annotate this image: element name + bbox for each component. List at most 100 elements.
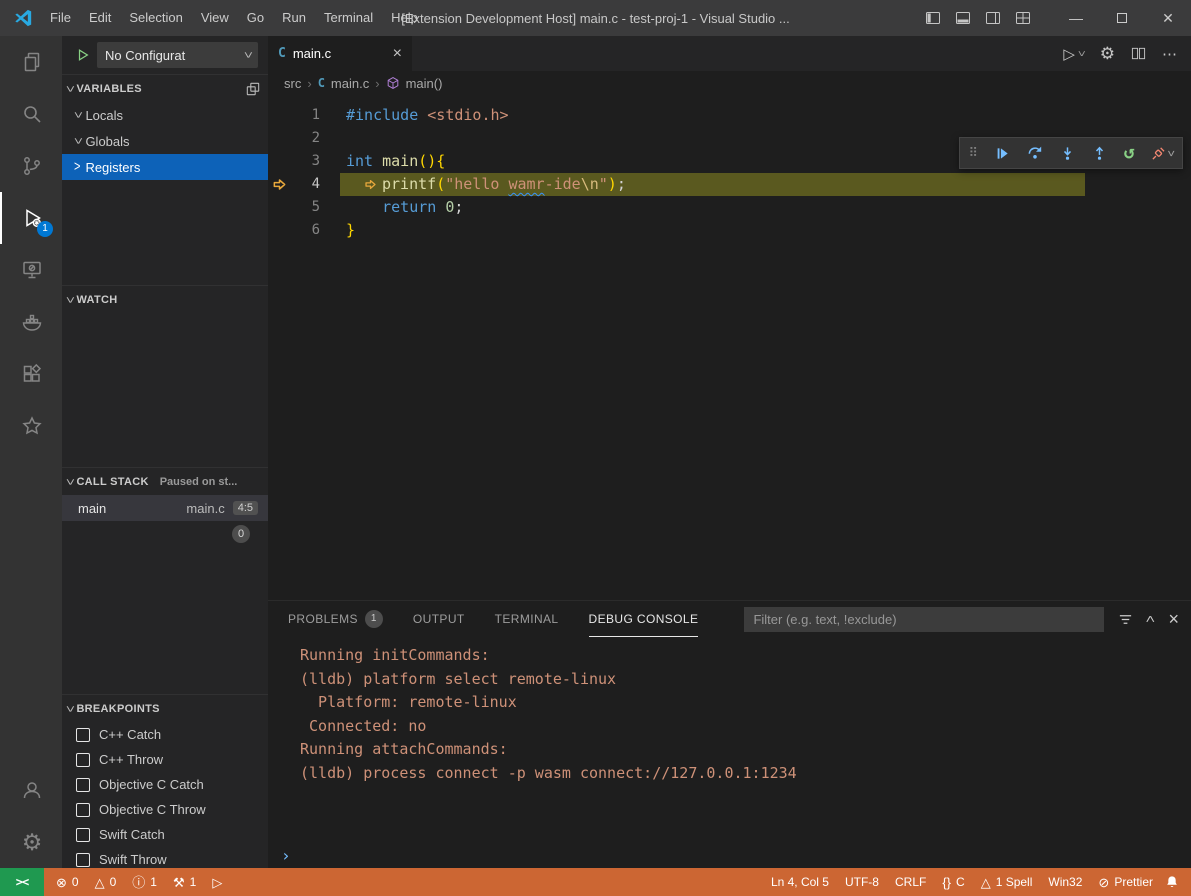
menu-selection[interactable]: Selection <box>120 0 191 36</box>
filter-lines-icon[interactable] <box>1118 612 1133 627</box>
menu-help[interactable]: Help <box>382 0 427 36</box>
checkbox[interactable] <box>76 853 90 867</box>
breakpoints-header[interactable]: > BREAKPOINTS <box>62 695 268 722</box>
menu-edit[interactable]: Edit <box>80 0 120 36</box>
code-line-5[interactable]: 5 return 0; <box>268 196 1191 219</box>
copy-value-icon[interactable] <box>246 82 260 96</box>
drag-grip-icon[interactable]: ⠿ <box>968 146 978 161</box>
activity-remote-explorer[interactable] <box>0 244 62 296</box>
debug-console-output[interactable]: Running initCommands:(lldb) platform sel… <box>268 637 1191 842</box>
menu-view[interactable]: View <box>192 0 238 36</box>
continue-button[interactable] <box>995 146 1010 161</box>
status-info[interactable]: ⓘ1 <box>126 871 163 893</box>
code-line-1[interactable]: 1#include <stdio.h> <box>268 104 1191 127</box>
activity-docker[interactable] <box>0 296 62 348</box>
activity-extensions[interactable] <box>0 348 62 400</box>
panel-tab-debug-console[interactable]: DEBUG CONSOLE <box>589 601 699 637</box>
status-spell[interactable]: △1 Spell <box>975 871 1039 893</box>
breakpoint-item-objective-c-throw[interactable]: Objective C Throw <box>62 797 268 822</box>
activity-favorites[interactable] <box>0 400 62 452</box>
checkbox[interactable] <box>76 778 90 792</box>
activity-explorer[interactable] <box>0 36 62 88</box>
breadcrumb-file[interactable]: main.c <box>331 76 369 91</box>
variables-item-registers[interactable]: >Registers <box>62 154 268 180</box>
start-debugging-icon[interactable] <box>76 48 90 62</box>
debug-config-dropdown[interactable]: No Configurat > <box>97 42 258 68</box>
checkbox[interactable] <box>76 803 90 817</box>
step-out-button[interactable] <box>1092 146 1107 161</box>
variables-header[interactable]: > VARIABLES <box>62 75 268 102</box>
notifications-button[interactable] <box>1159 875 1191 889</box>
inline-breakpoint-icon[interactable] <box>364 178 379 191</box>
toggle-panel-icon[interactable] <box>955 10 971 26</box>
minimize-button[interactable]: — <box>1053 0 1099 36</box>
glyph-margin[interactable] <box>268 150 290 173</box>
status-warnings[interactable]: △0 <box>89 871 123 893</box>
toggle-secondary-sidebar-icon[interactable] <box>985 10 1001 26</box>
code-editor[interactable]: 1#include <stdio.h>23int main(){4printf(… <box>268 95 1191 600</box>
breakpoint-item-swift-catch[interactable]: Swift Catch <box>62 822 268 847</box>
variables-item-locals[interactable]: >Locals <box>62 102 268 128</box>
glyph-margin[interactable] <box>268 219 290 242</box>
watch-header[interactable]: > WATCH <box>62 286 268 313</box>
code-line-4[interactable]: 4printf("hello wamr-ide\n"); <box>268 173 1191 196</box>
restart-button[interactable]: ↺ <box>1124 144 1135 162</box>
call-stack-header[interactable]: > CALL STACK Paused on st... <box>62 468 268 495</box>
more-actions-button[interactable]: ⋯ <box>1162 45 1177 63</box>
checkbox[interactable] <box>76 728 90 742</box>
status-language-mode[interactable]: {}C <box>936 871 970 893</box>
breakpoint-item-c-catch[interactable]: C++ Catch <box>62 722 268 747</box>
maximize-panel-button[interactable]: > <box>1147 612 1154 626</box>
toggle-sidebar-icon[interactable] <box>925 10 941 26</box>
panel-tab-problems[interactable]: PROBLEMS1 <box>288 601 383 637</box>
panel-tab-output[interactable]: OUTPUT <box>413 601 465 637</box>
tab-main-c[interactable]: C main.c × <box>268 36 412 71</box>
activity-search[interactable] <box>0 88 62 140</box>
glyph-margin[interactable] <box>268 196 290 219</box>
breakpoint-item-c-throw[interactable]: C++ Throw <box>62 747 268 772</box>
status-cursor-position[interactable]: Ln 4, Col 5 <box>765 871 835 893</box>
debug-settings-button[interactable]: ⚙ <box>1100 44 1115 64</box>
step-into-button[interactable] <box>1060 146 1075 161</box>
status-formatter[interactable]: ⊘Prettier <box>1092 871 1159 893</box>
activity-accounts[interactable] <box>0 764 62 816</box>
customize-layout-icon[interactable] <box>1015 10 1031 26</box>
menu-terminal[interactable]: Terminal <box>315 0 382 36</box>
split-editor-button[interactable] <box>1131 46 1146 61</box>
console-filter-input[interactable] <box>744 607 1104 632</box>
checkbox[interactable] <box>76 753 90 767</box>
status-encoding[interactable]: UTF-8 <box>839 871 885 893</box>
debug-console-input[interactable]: › <box>268 842 1191 868</box>
breadcrumb-src[interactable]: src <box>284 76 301 91</box>
disconnect-button[interactable]: > <box>1151 146 1173 161</box>
status-errors[interactable]: ⊗0 <box>50 871 85 893</box>
activity-settings[interactable]: ⚙ <box>0 816 62 868</box>
close-icon[interactable]: × <box>393 46 402 62</box>
variables-item-globals[interactable]: >Globals <box>62 128 268 154</box>
breakpoint-item-swift-throw[interactable]: Swift Throw <box>62 847 268 868</box>
menu-file[interactable]: File <box>41 0 80 36</box>
breakpoint-item-objective-c-catch[interactable]: Objective C Catch <box>62 772 268 797</box>
callstack-frame-main[interactable]: mainmain.c4:5 <box>62 495 268 521</box>
maximize-button[interactable] <box>1099 0 1145 36</box>
checkbox[interactable] <box>76 828 90 842</box>
menu-run[interactable]: Run <box>273 0 315 36</box>
glyph-margin[interactable] <box>268 173 290 196</box>
status-eol[interactable]: CRLF <box>889 871 932 893</box>
step-over-button[interactable] <box>1027 145 1043 161</box>
panel-tab-terminal[interactable]: TERMINAL <box>495 601 559 637</box>
activity-run-and-debug[interactable]: 1 <box>0 192 62 244</box>
menu-go[interactable]: Go <box>238 0 273 36</box>
status-platform[interactable]: Win32 <box>1042 871 1088 893</box>
close-window-button[interactable]: ✕ <box>1145 0 1191 36</box>
run-file-button[interactable]: ▷ > <box>1063 45 1083 63</box>
breadcrumb-symbol[interactable]: main() <box>406 76 443 91</box>
glyph-margin[interactable] <box>268 127 290 150</box>
glyph-margin[interactable] <box>268 104 290 127</box>
code-line-6[interactable]: 6} <box>268 219 1191 242</box>
close-panel-button[interactable]: × <box>1168 609 1179 630</box>
activity-source-control[interactable] <box>0 140 62 192</box>
remote-indicator[interactable]: >< <box>0 868 44 896</box>
status-tasks[interactable]: ⚒1 <box>167 871 202 893</box>
status-debug[interactable]: ▷ <box>206 871 228 893</box>
